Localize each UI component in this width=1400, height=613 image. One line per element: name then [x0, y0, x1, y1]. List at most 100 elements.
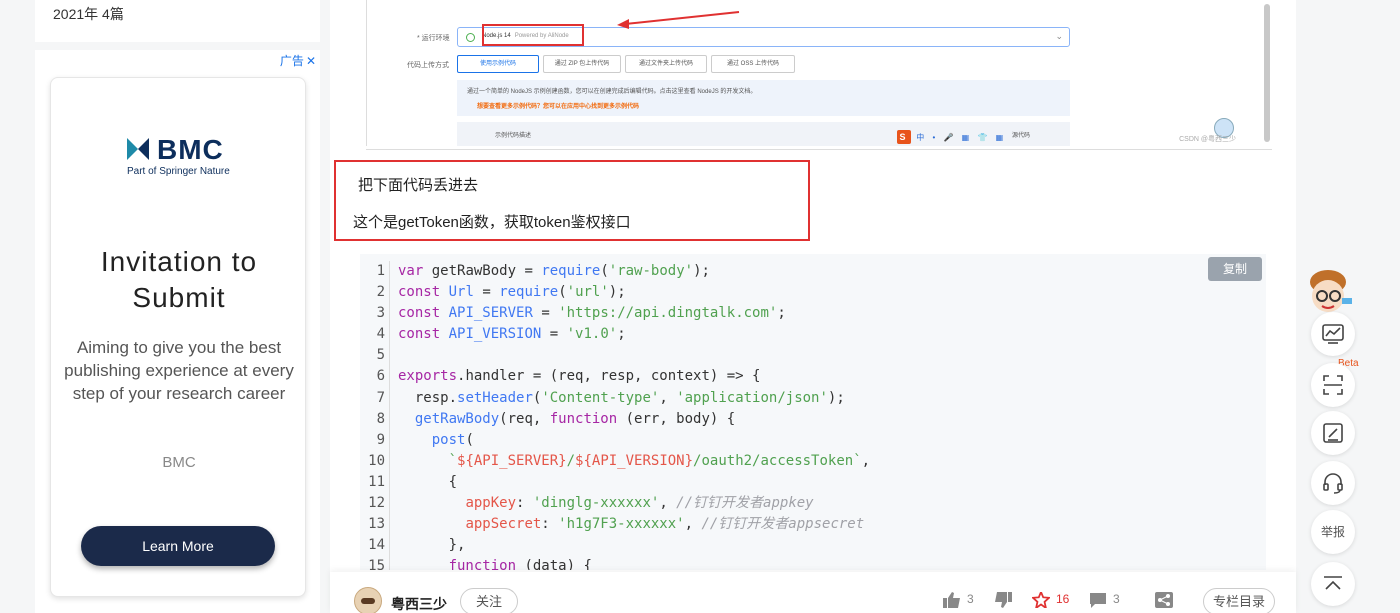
embedded-screenshot: * 运行环境 Node.js 14 Powered by AliNode ⌄ 代码… [366, 0, 1272, 150]
follow-button[interactable]: 关注 [460, 588, 518, 613]
author-name[interactable]: 粤西三少 [391, 594, 447, 613]
share-icon [1155, 592, 1173, 608]
upload-option-folder: 通过文件夹上传代码 [625, 55, 707, 73]
arrow-annotation [617, 11, 740, 29]
thumbs-up-icon [943, 592, 960, 608]
screenshot-button[interactable] [1311, 363, 1355, 407]
code-line: post( [431, 431, 474, 448]
thumbs-down-icon [995, 592, 1012, 608]
line-number: 13 [368, 516, 385, 533]
callout-line-2: 这个是getToken函数，获取token鉴权接口 [353, 214, 631, 231]
comment-button[interactable]: 3 [1089, 592, 1120, 608]
line-number: 5 [376, 347, 385, 364]
line-number: 12 [368, 495, 385, 512]
upload-option-zip: 通过 ZIP 包上传代码 [543, 55, 621, 73]
archive-card: 2021年 4篇 [35, 0, 320, 42]
ad-label[interactable]: 广告 ✕ [280, 52, 316, 69]
code-line: const API_VERSION = 'v1.0'; [398, 326, 626, 343]
callout-box: 把下面代码丢进去 这个是getToken函数，获取token鉴权接口 [334, 160, 810, 241]
ad-card: 广告 ✕ BMC Part of Springer Nature Invitati… [35, 50, 320, 613]
back-to-top-button[interactable] [1311, 562, 1355, 606]
like-button[interactable]: 3 [943, 592, 974, 608]
column-toc-button[interactable]: 专栏目录 [1203, 588, 1275, 613]
line-number: 6 [376, 368, 385, 385]
edit-icon [1323, 423, 1343, 443]
nodejs-icon [466, 33, 475, 42]
ime-toolbar-icons: 中 • 🎤 ▦ 👕 ▦ [916, 133, 1007, 142]
tab-sample-desc: 示例代码描述 [495, 133, 532, 139]
bmc-subtitle: Part of Springer Nature [127, 166, 230, 177]
info-link: 想要查看更多示例代码？您可以在应用中心找到更多示例代码 [477, 104, 640, 110]
line-number: 9 [376, 431, 385, 448]
archive-entry[interactable]: 2021年 4篇 [53, 4, 124, 24]
bmc-mark-icon [127, 138, 149, 160]
page: 2021年 4篇 广告 ✕ BMC Part of Springer Nature… [0, 0, 1400, 613]
chevron-down-icon: ⌄ [1055, 31, 1063, 41]
data-chart-button[interactable] [1311, 312, 1355, 356]
code-line: appSecret: 'h1g7F3-xxxxxx', //钉钉开发者appse… [465, 516, 865, 533]
runtime-label: * 运行环境 [417, 35, 450, 42]
like-count: 3 [967, 592, 974, 607]
dislike-button[interactable] [994, 592, 1018, 608]
ime-toolbar: S 中 • 🎤 ▦ 👕 ▦ [897, 130, 1006, 146]
code-line: appKey: 'dinglg-xxxxxx', //钉钉开发者appkey [465, 495, 814, 512]
line-number: 3 [376, 305, 385, 322]
line-number: 14 [368, 537, 385, 554]
upload-option-sample: 使用示例代码 [457, 55, 539, 73]
comment-icon [1090, 593, 1106, 608]
sogou-icon: S [897, 130, 911, 144]
line-number: 10 [368, 452, 385, 469]
comment-count: 3 [1113, 592, 1120, 607]
chart-icon [1322, 324, 1344, 344]
bmc-wordmark: BMC [157, 134, 224, 165]
author-toolbar: 粤西三少 关注 3 16 3 专栏目录 [330, 572, 1296, 613]
callout-line-1: 把下面代码丢进去 [358, 177, 479, 194]
learn-more-button[interactable]: Learn More [81, 526, 275, 566]
share-button[interactable] [1155, 592, 1179, 608]
right-rail: Beta 举报 [1306, 268, 1366, 613]
info-banner: 通过一个简单的 NodeJS 示例创建函数，您可以在创建完成后编辑代码。点击这里… [457, 80, 1070, 116]
copy-button[interactable]: 复制 [1208, 257, 1262, 281]
embedded-screenshot-frame: * 运行环境 Node.js 14 Powered by AliNode ⌄ 代码… [366, 0, 1250, 146]
code-line: var getRawBody = require('raw-body'); [398, 263, 710, 279]
line-number: 4 [376, 326, 385, 343]
star-icon [1032, 592, 1050, 608]
line-number: 8 [376, 410, 385, 427]
code-line: `${API_SERVER}/${API_VERSION}/oauth2/acc… [448, 452, 871, 469]
ad-brand-name: BMC [162, 454, 196, 471]
report-button[interactable]: 举报 [1311, 510, 1355, 554]
code-line: getRawBody(req, function (err, body) { [414, 410, 736, 427]
avatar[interactable] [354, 587, 382, 613]
line-number: 7 [376, 389, 385, 406]
scrollbar [1264, 4, 1270, 142]
code-line: { [398, 473, 458, 490]
line-number: 15 [368, 558, 385, 570]
article: * 运行环境 Node.js 14 Powered by AliNode ⌄ 代码… [330, 0, 1296, 613]
code-line: function (data) { [448, 558, 592, 570]
ad-description: Aiming to give you the best publishing e… [64, 338, 294, 403]
favorite-button[interactable]: 16 [1032, 592, 1069, 608]
ad-title: Invitation to Submit [100, 246, 258, 313]
highlight-box [482, 24, 584, 46]
line-number-gutter: 1 2 3 4 5 6 7 8 9 10 11 12 13 14 15 [360, 261, 390, 570]
code-line: exports.handler = (req, resp, context) =… [398, 368, 761, 385]
scan-icon [1323, 375, 1343, 395]
code-line: }, [398, 537, 466, 554]
write-button[interactable] [1311, 411, 1355, 455]
upload-option-oss: 通过 OSS 上传代码 [711, 55, 795, 73]
line-number: 11 [368, 473, 385, 490]
line-number: 2 [376, 284, 385, 301]
customer-service-button[interactable] [1311, 461, 1355, 505]
favorite-count: 16 [1056, 592, 1070, 607]
tab-source: 源代码 [1012, 133, 1031, 139]
code-line: resp.setHeader('Content-type', 'applicat… [398, 389, 845, 406]
upload-method-label: 代码上传方式 [407, 62, 449, 69]
watermark: CSDN @粤西三少 [1179, 136, 1236, 143]
headset-icon [1323, 473, 1343, 494]
close-icon[interactable]: ✕ [306, 54, 316, 68]
code-block[interactable]: 复制 1 2 3 4 5 6 7 8 9 10 11 12 13 14 15 v… [360, 254, 1266, 570]
ad-creative[interactable]: BMC Part of Springer Nature Invitation t… [50, 77, 306, 597]
bmc-logo: BMC Part of Springer Nature [127, 134, 237, 182]
code-line: const Url = require('url'); [398, 284, 626, 301]
